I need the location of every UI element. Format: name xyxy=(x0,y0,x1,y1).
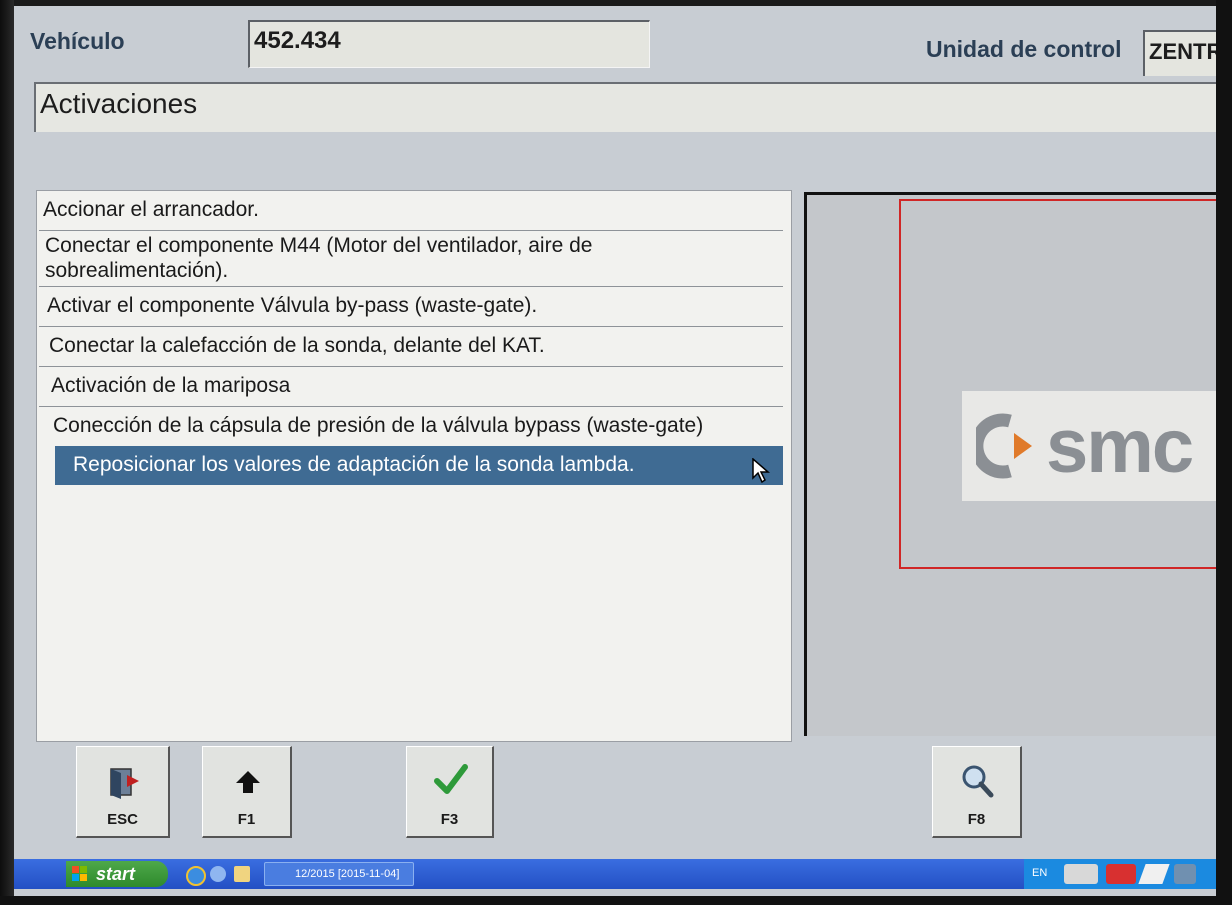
up-arrow-icon xyxy=(236,771,260,793)
windows-flag-icon xyxy=(72,866,87,881)
language-indicator[interactable]: EN xyxy=(1032,867,1047,879)
taskbar: start 12/2015 [2015-11-04] EN xyxy=(14,859,1216,889)
tray-network-icon[interactable] xyxy=(1064,864,1098,884)
f1-button[interactable]: F1 xyxy=(202,746,292,838)
f8-label: F8 xyxy=(967,811,986,828)
list-item-m44-fan[interactable]: Conectar el componente M44 (Motor del ve… xyxy=(39,231,783,287)
browser-icon[interactable] xyxy=(186,866,206,886)
f1-label: F1 xyxy=(237,811,256,828)
exit-door-icon xyxy=(110,768,139,799)
preview-panel: smc xyxy=(804,192,1216,736)
activations-list: Accionar el arrancador. Conectar el comp… xyxy=(36,190,792,742)
f3-label: F3 xyxy=(440,811,459,828)
esc-button[interactable]: ESC xyxy=(76,746,170,838)
vehicle-field: 452.434 xyxy=(248,20,650,68)
smc-logo: smc xyxy=(962,391,1216,501)
list-item-throttle[interactable]: Activación de la mariposa xyxy=(39,367,783,407)
system-tray: EN xyxy=(1024,859,1216,889)
logo-mark-icon xyxy=(976,413,1032,479)
magnifier-icon xyxy=(962,765,994,798)
list-item-starter[interactable]: Accionar el arrancador. xyxy=(39,191,783,231)
checkmark-icon xyxy=(434,764,468,794)
list-item-bypass-capsule[interactable]: Conección de la cápsula de presión de la… xyxy=(39,407,783,446)
list-item-lambda-reset[interactable]: Reposicionar los valores de adaptación d… xyxy=(55,446,783,485)
desktop-icon[interactable] xyxy=(210,866,226,882)
control-unit-label: Unidad de control xyxy=(926,36,1122,62)
f3-button[interactable]: F3 xyxy=(406,746,494,838)
vehicle-label: Vehículo xyxy=(30,28,125,54)
tray-stop-icon[interactable] xyxy=(1106,864,1136,884)
preview-frame xyxy=(899,199,1216,569)
page-title: Activaciones xyxy=(34,82,1216,132)
taskbar-item-app[interactable]: 12/2015 [2015-11-04] xyxy=(264,862,414,886)
list-item-probe-heating[interactable]: Conectar la calefacción de la sonda, del… xyxy=(39,327,783,367)
list-item-wastegate-valve[interactable]: Activar el componente Válvula by-pass (w… xyxy=(39,287,783,327)
tray-eraser-icon[interactable] xyxy=(1138,864,1170,884)
mouse-cursor-icon xyxy=(752,458,770,484)
logo-text: smc xyxy=(1046,403,1194,489)
control-unit-field: ZENTR xyxy=(1143,30,1216,76)
folder-icon[interactable] xyxy=(234,866,250,882)
esc-label: ESC xyxy=(107,811,138,828)
tray-app-icon[interactable] xyxy=(1174,864,1196,884)
diagnostic-screen: Vehículo 452.434 Unidad de control ZENTR… xyxy=(14,6,1216,896)
monitor-bezel-right xyxy=(1216,0,1232,905)
monitor-bezel-bottom xyxy=(0,896,1232,905)
monitor-bezel-left xyxy=(0,0,14,905)
f8-button[interactable]: F8 xyxy=(932,746,1022,838)
